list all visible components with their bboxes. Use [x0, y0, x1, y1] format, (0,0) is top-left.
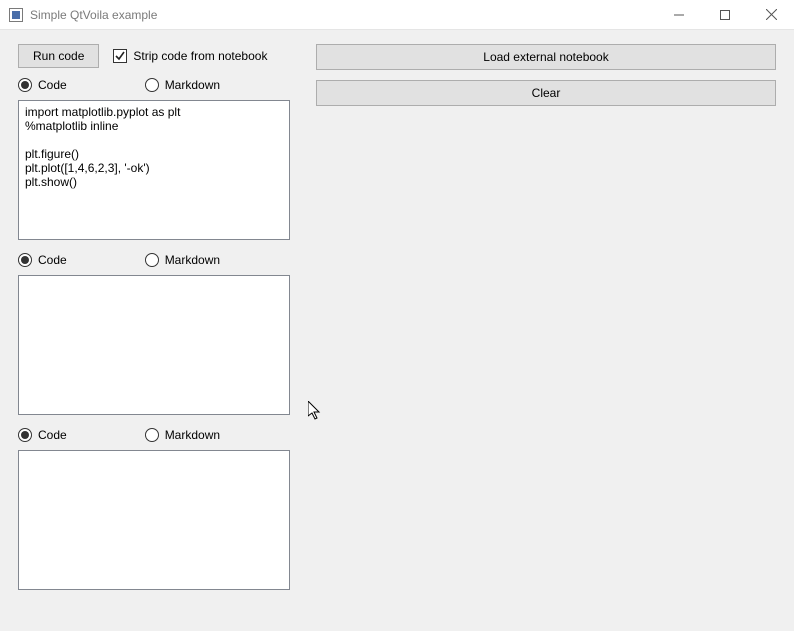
radio-markdown-label: Markdown	[165, 78, 220, 92]
app-icon	[8, 7, 24, 23]
radio-code-label: Code	[38, 253, 67, 267]
radio-code-1[interactable]: Code	[18, 78, 67, 92]
radio-markdown-label: Markdown	[165, 428, 220, 442]
radio-code-3[interactable]: Code	[18, 428, 67, 442]
window-controls	[656, 0, 794, 29]
check-icon	[113, 49, 127, 63]
cell-input-2[interactable]	[18, 275, 290, 415]
radio-markdown-3[interactable]: Markdown	[145, 428, 220, 442]
window-title: Simple QtVoila example	[30, 8, 157, 22]
strip-code-label: Strip code from notebook	[133, 49, 267, 63]
radio-markdown-1[interactable]: Markdown	[145, 78, 220, 92]
strip-code-checkbox[interactable]: Strip code from notebook	[113, 49, 267, 63]
radio-code-label: Code	[38, 78, 67, 92]
maximize-button[interactable]	[702, 0, 748, 29]
load-notebook-button[interactable]: Load external notebook	[316, 44, 776, 70]
radio-icon	[145, 253, 159, 267]
cell-input-1[interactable]	[18, 100, 290, 240]
radio-icon	[145, 78, 159, 92]
radio-code-2[interactable]: Code	[18, 253, 67, 267]
run-code-button[interactable]: Run code	[18, 44, 99, 68]
radio-icon	[145, 428, 159, 442]
close-button[interactable]	[748, 0, 794, 29]
minimize-button[interactable]	[656, 0, 702, 29]
radio-code-label: Code	[38, 428, 67, 442]
radio-icon	[18, 253, 32, 267]
clear-button[interactable]: Clear	[316, 80, 776, 106]
radio-markdown-2[interactable]: Markdown	[145, 253, 220, 267]
radio-icon	[18, 428, 32, 442]
radio-markdown-label: Markdown	[165, 253, 220, 267]
cell-input-3[interactable]	[18, 450, 290, 590]
title-bar: Simple QtVoila example	[0, 0, 794, 30]
radio-icon	[18, 78, 32, 92]
